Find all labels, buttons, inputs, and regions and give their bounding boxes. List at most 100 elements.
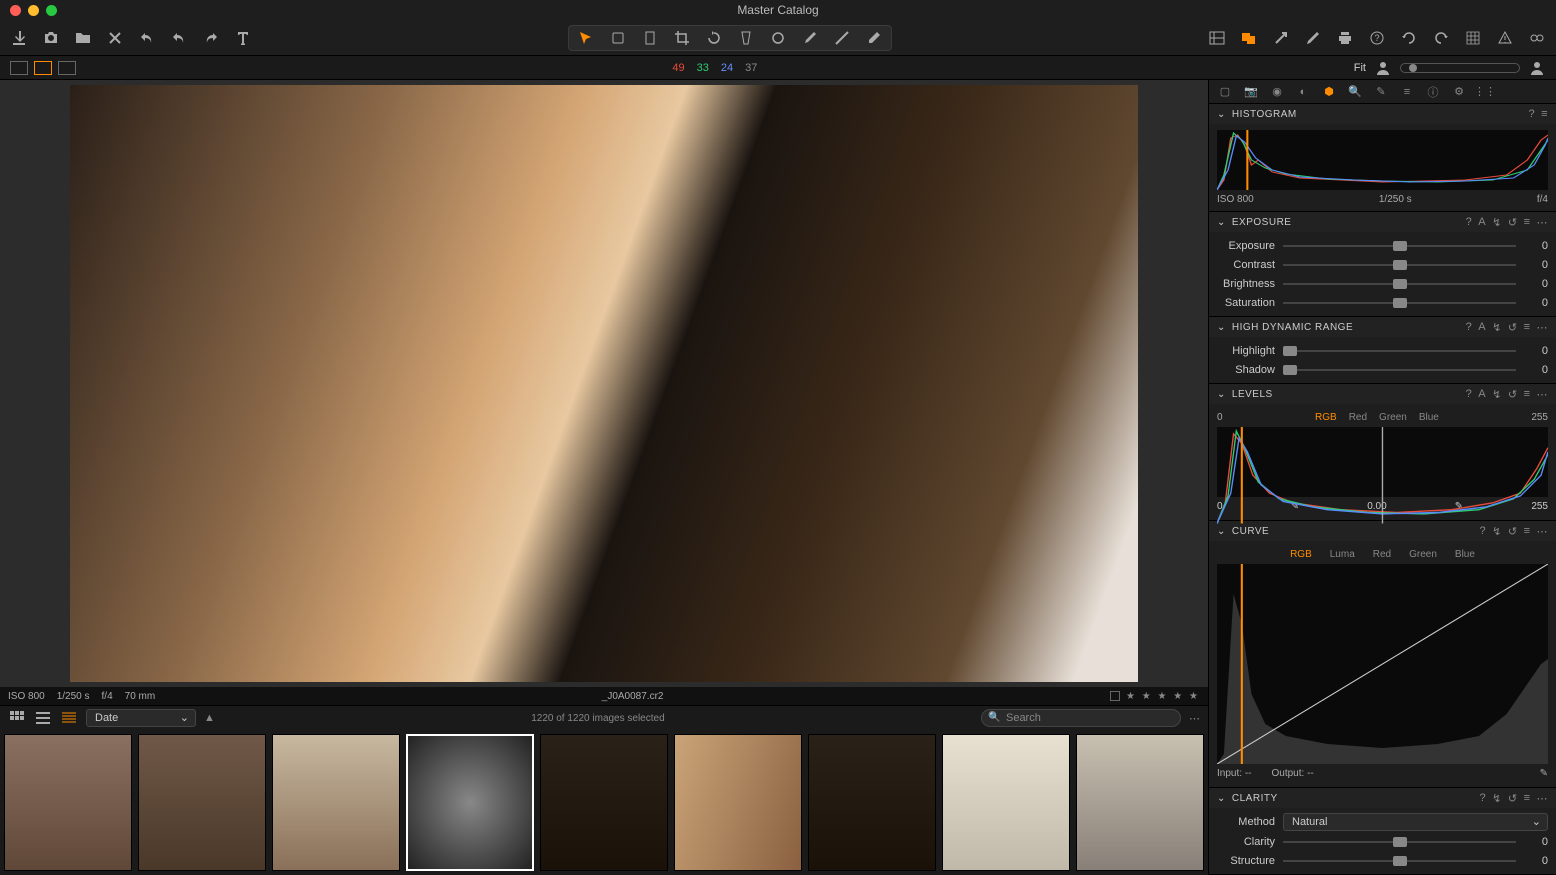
curve-picker-icon[interactable]: ✎ <box>1540 768 1548 779</box>
details-tab-icon[interactable]: 🔍 <box>1347 84 1363 100</box>
browser-menu-icon[interactable]: ⋯ <box>1189 712 1200 725</box>
chain-icon[interactable] <box>1528 29 1546 47</box>
chevron-down-icon[interactable]: ⌄ <box>1217 389 1226 400</box>
delete-icon[interactable] <box>106 29 124 47</box>
pointer-icon[interactable] <box>577 29 595 47</box>
import-icon[interactable] <box>10 29 28 47</box>
curve-tab-rgb[interactable]: RGB <box>1290 549 1312 560</box>
chevron-down-icon[interactable]: ⌄ <box>1217 109 1226 120</box>
shadow-slider[interactable] <box>1283 369 1516 371</box>
contrast-slider[interactable] <box>1283 264 1516 266</box>
curve-editor[interactable] <box>1217 564 1548 764</box>
chevron-down-icon[interactable]: ⌄ <box>1217 793 1226 804</box>
grid-icon[interactable] <box>1464 29 1482 47</box>
redo-icon[interactable] <box>202 29 220 47</box>
levels-tab-blue[interactable]: Blue <box>1419 412 1439 423</box>
thumbnail[interactable] <box>540 734 668 871</box>
sort-direction-icon[interactable]: ▲ <box>204 712 215 724</box>
profile-icon[interactable] <box>1528 59 1546 77</box>
chevron-down-icon[interactable]: ⌄ <box>1217 322 1226 333</box>
highlight-slider[interactable] <box>1283 350 1516 352</box>
levels-histogram[interactable] <box>1217 427 1548 497</box>
curve-tab-green[interactable]: Green <box>1409 549 1437 560</box>
levels-tab-green[interactable]: Green <box>1379 412 1407 423</box>
gradient-icon[interactable] <box>833 29 851 47</box>
exposure-tab-icon[interactable]: ⬢ <box>1321 84 1337 100</box>
chevron-down-icon[interactable]: ⌄ <box>1217 526 1226 537</box>
user-icon[interactable] <box>1374 59 1392 77</box>
fullscreen-window-button[interactable] <box>46 5 57 16</box>
edit-icon[interactable] <box>1304 29 1322 47</box>
hand-icon[interactable] <box>609 29 627 47</box>
browser-grid-icon[interactable] <box>8 709 26 727</box>
lens-tab-icon[interactable]: ◉ <box>1269 84 1285 100</box>
export-icon[interactable] <box>1272 29 1290 47</box>
thumbnail[interactable] <box>4 734 132 871</box>
curve-tab-blue[interactable]: Blue <box>1455 549 1475 560</box>
cw-icon[interactable] <box>1432 29 1450 47</box>
color-tag[interactable] <box>1110 691 1120 701</box>
thumbnail[interactable] <box>674 734 802 871</box>
clarity-slider[interactable] <box>1283 841 1516 843</box>
structure-slider[interactable] <box>1283 860 1516 862</box>
method-dropdown[interactable]: Natural <box>1283 813 1548 831</box>
eraser-icon[interactable] <box>865 29 883 47</box>
curve-tab-luma[interactable]: Luma <box>1330 549 1355 560</box>
search-input[interactable]: Search <box>981 709 1181 727</box>
adjust-tab-icon[interactable]: ✎ <box>1373 84 1389 100</box>
thumbnail[interactable] <box>808 734 936 871</box>
single-view-button[interactable] <box>34 61 52 75</box>
browser-filmstrip-icon[interactable] <box>60 709 78 727</box>
menu-icon[interactable]: ≡ <box>1541 108 1548 120</box>
thumbnail[interactable] <box>1076 734 1204 871</box>
output-tab-icon[interactable]: ⓘ <box>1425 84 1441 100</box>
thumbnail[interactable] <box>272 734 400 871</box>
histogram-chart[interactable] <box>1217 130 1548 190</box>
saturation-slider[interactable] <box>1283 302 1516 304</box>
compare-icon[interactable] <box>1240 29 1258 47</box>
exposure-slider[interactable] <box>1283 245 1516 247</box>
sort-dropdown[interactable]: Date <box>86 709 196 727</box>
browser-list-icon[interactable] <box>34 709 52 727</box>
brightness-slider[interactable] <box>1283 283 1516 285</box>
thumbnail[interactable] <box>942 734 1070 871</box>
thumbnail-selected[interactable] <box>406 734 534 871</box>
loupe-icon[interactable] <box>641 29 659 47</box>
undo-icon[interactable] <box>138 29 156 47</box>
help-icon[interactable]: ? <box>1528 108 1535 120</box>
ccw-icon[interactable] <box>1400 29 1418 47</box>
star-rating[interactable]: ★ ★ ★ ★ ★ <box>1126 691 1200 702</box>
fit-label[interactable]: Fit <box>1354 62 1366 74</box>
curve-tab-red[interactable]: Red <box>1373 549 1391 560</box>
warning-icon[interactable] <box>1496 29 1514 47</box>
folder-icon[interactable] <box>74 29 92 47</box>
contrast-value: 0 <box>1524 259 1548 271</box>
metadata-tab-icon[interactable]: ≡ <box>1399 84 1415 100</box>
crop-icon[interactable] <box>673 29 691 47</box>
levels-tab-rgb[interactable]: RGB <box>1315 412 1337 423</box>
chevron-down-icon[interactable]: ⌄ <box>1217 217 1226 228</box>
color-tab-icon[interactable]: ◐ <box>1295 84 1311 100</box>
print-icon[interactable] <box>1336 29 1354 47</box>
batch-tab-icon[interactable]: ⋮⋮ <box>1477 84 1493 100</box>
brush-icon[interactable] <box>801 29 819 47</box>
library-tab-icon[interactable]: ▢ <box>1217 84 1233 100</box>
help-icon[interactable]: ? <box>1368 29 1386 47</box>
layout-icon[interactable] <box>1208 29 1226 47</box>
keystone-icon[interactable] <box>737 29 755 47</box>
thumbnail[interactable] <box>138 734 266 871</box>
rotate-icon[interactable] <box>705 29 723 47</box>
spot-icon[interactable] <box>769 29 787 47</box>
grid-view-button[interactable] <box>10 61 28 75</box>
capture-tab-icon[interactable]: 📷 <box>1243 84 1259 100</box>
settings-tab-icon[interactable]: ⚙ <box>1451 84 1467 100</box>
split-view-button[interactable] <box>58 61 76 75</box>
undo2-icon[interactable] <box>170 29 188 47</box>
zoom-slider[interactable] <box>1400 63 1520 73</box>
close-window-button[interactable] <box>10 5 21 16</box>
image-viewer[interactable] <box>0 80 1208 687</box>
levels-tab-red[interactable]: Red <box>1349 412 1367 423</box>
camera-icon[interactable] <box>42 29 60 47</box>
text-icon[interactable] <box>234 29 252 47</box>
minimize-window-button[interactable] <box>28 5 39 16</box>
